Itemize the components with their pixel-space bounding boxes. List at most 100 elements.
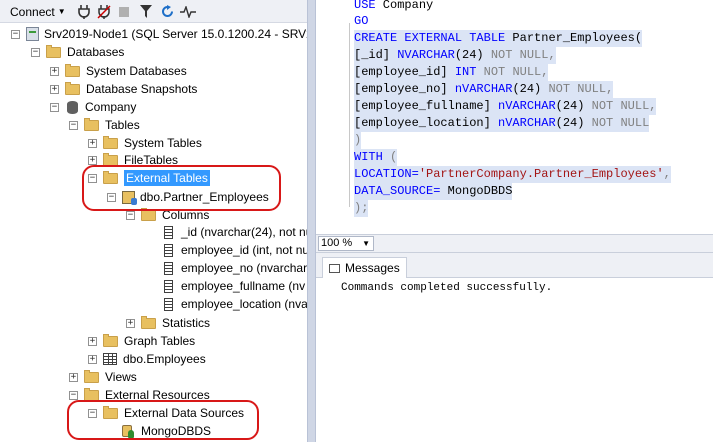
column-label: employee_id (int, not nu — [181, 243, 307, 257]
object-explorer-toolbar: Connect ▼ — [0, 0, 307, 23]
tree-node-system-databases[interactable]: + System Databases — [50, 62, 187, 80]
code-line: CREATE EXTERNAL TABLE Partner_Employees( — [354, 30, 643, 47]
column-icon — [164, 279, 173, 293]
tree-node-system-tables[interactable]: + System Tables — [88, 134, 202, 152]
collapse-toggle-icon[interactable]: − — [88, 408, 97, 418]
column-icon — [164, 297, 173, 311]
expand-toggle-icon[interactable]: + — [88, 138, 97, 148]
tree-node-dbo-employees[interactable]: + dbo.Employees — [88, 350, 206, 368]
tree-node-database-snapshots[interactable]: + Database Snapshots — [50, 80, 197, 98]
column-label: employee_fullname (nv — [181, 279, 306, 293]
column-label: employee_no (nvarchar — [181, 261, 307, 275]
code-line: DATA_SOURCE= MongoDBDS — [354, 183, 513, 200]
message-icon — [329, 263, 340, 273]
code-line: ); — [354, 200, 369, 217]
folder-icon — [103, 152, 118, 166]
expand-toggle-icon[interactable]: + — [126, 318, 135, 328]
folder-icon — [84, 369, 99, 383]
expand-toggle-icon[interactable]: + — [50, 66, 59, 76]
company-label: Company — [85, 100, 137, 114]
tree-node-external-tables[interactable]: − External Tables — [88, 169, 210, 187]
folder-icon — [103, 333, 118, 347]
connect-label: Connect — [10, 4, 55, 19]
tree-node-column[interactable]: employee_location (nva — [164, 295, 307, 313]
columns-label: Columns — [162, 208, 210, 222]
tree-node-external-data-sources[interactable]: − External Data Sources — [88, 404, 244, 422]
tab-messages[interactable]: Messages — [322, 257, 407, 278]
views-label: Views — [105, 370, 137, 384]
collapse-toggle-icon[interactable]: − — [88, 173, 97, 183]
collapse-toggle-icon[interactable]: − — [107, 192, 116, 202]
code-line: [employee_location] nVARCHAR(24) NOT NUL… — [354, 115, 650, 132]
column-label: employee_location (nva — [181, 297, 307, 311]
statistics-label: Statistics — [162, 316, 211, 330]
stop-icon[interactable] — [116, 3, 132, 20]
query-editor[interactable]: USE Company GO CREATE EXTERNAL TABLE Par… — [316, 0, 713, 234]
folder-icon — [103, 405, 118, 419]
tree-node-columns[interactable]: − Columns — [126, 206, 209, 224]
activity-monitor-icon[interactable] — [180, 3, 196, 20]
collapse-toggle-icon[interactable]: − — [126, 210, 135, 220]
folder-icon — [46, 44, 61, 58]
expand-toggle-icon[interactable]: + — [69, 372, 78, 382]
server-label: Srv2019-Node1 (SQL Server 15.0.1200.24 -… — [44, 27, 307, 41]
folder-icon — [84, 117, 99, 131]
tree-node-databases[interactable]: − Databases — [31, 43, 124, 61]
external-data-sources-label: External Data Sources — [124, 406, 245, 420]
table-icon — [103, 353, 117, 365]
zoom-value: 100 % — [321, 237, 353, 249]
filter-icon[interactable] — [138, 3, 154, 20]
data-source-icon — [122, 424, 136, 438]
results-tabs: Messages — [316, 253, 713, 278]
collapse-toggle-icon[interactable]: − — [69, 120, 78, 130]
connect-plug-icon[interactable] — [76, 3, 92, 20]
mongodbds-label: MongoDBDS — [141, 424, 212, 438]
system-tables-label: System Tables — [124, 136, 202, 150]
expand-toggle-icon[interactable]: + — [88, 155, 97, 165]
tree-node-mongodbds[interactable]: MongoDBDS — [122, 422, 211, 440]
tree-node-column[interactable]: employee_id (int, not nu — [164, 241, 307, 259]
refresh-icon[interactable] — [159, 3, 175, 20]
folder-icon — [65, 81, 80, 95]
folder-icon — [103, 170, 118, 184]
dbo-employees-label: dbo.Employees — [123, 352, 206, 366]
code-line: GO — [354, 14, 369, 28]
tables-label: Tables — [105, 118, 140, 132]
collapse-toggle-icon[interactable]: − — [31, 47, 40, 57]
code-line: ) — [354, 132, 362, 149]
column-icon — [164, 261, 173, 275]
tree-node-company[interactable]: − Company — [50, 98, 136, 116]
expand-toggle-icon[interactable]: + — [88, 354, 97, 364]
code-line: [employee_no] nVARCHAR(24) NOT NULL, — [354, 81, 614, 98]
tree-node-external-resources[interactable]: − External Resources — [69, 386, 210, 404]
zoom-dropdown[interactable]: 100 % ▼ — [318, 236, 374, 251]
disconnect-icon[interactable] — [96, 3, 112, 20]
connect-button[interactable]: Connect ▼ — [10, 3, 66, 20]
expand-toggle-icon[interactable]: + — [88, 336, 97, 346]
tree-node-column[interactable]: employee_no (nvarchar — [164, 259, 307, 277]
collapse-toggle-icon[interactable]: − — [50, 102, 59, 112]
panel-splitter[interactable] — [307, 0, 316, 442]
system-databases-label: System Databases — [86, 64, 187, 78]
collapse-toggle-icon[interactable]: − — [69, 390, 78, 400]
code-line: USE Company — [354, 0, 434, 12]
tree-node-tables[interactable]: − Tables — [69, 116, 140, 134]
tree-node-statistics[interactable]: + Statistics — [126, 314, 210, 332]
collapse-toggle-icon[interactable]: − — [11, 29, 20, 39]
code-line: LOCATION='PartnerCompany.Partner_Employe… — [354, 166, 671, 183]
chevron-down-icon: ▼ — [362, 239, 370, 248]
tree-node-graph-tables[interactable]: + Graph Tables — [88, 332, 195, 350]
database-snapshots-label: Database Snapshots — [86, 82, 198, 96]
tree-node-file-tables[interactable]: + FileTables — [88, 151, 178, 169]
tree-node-column[interactable]: employee_fullname (nv — [164, 277, 305, 295]
tree-node-views[interactable]: + Views — [69, 368, 137, 386]
object-explorer: Connect ▼ − Srv2019-Node1 (SQL Server 15… — [0, 0, 307, 442]
expand-toggle-icon[interactable]: + — [50, 84, 59, 94]
external-table-icon — [122, 190, 137, 205]
partner-employees-label: dbo.Partner_Employees — [140, 190, 269, 204]
graph-tables-label: Graph Tables — [124, 334, 196, 348]
tree-node-server[interactable]: − Srv2019-Node1 (SQL Server 15.0.1200.24… — [11, 25, 307, 43]
tree-node-column[interactable]: _id (nvarchar(24), not nu — [164, 223, 307, 241]
zoom-bar: 100 % ▼ — [316, 234, 713, 253]
tree-node-partner-employees[interactable]: − dbo.Partner_Employees — [107, 188, 269, 206]
